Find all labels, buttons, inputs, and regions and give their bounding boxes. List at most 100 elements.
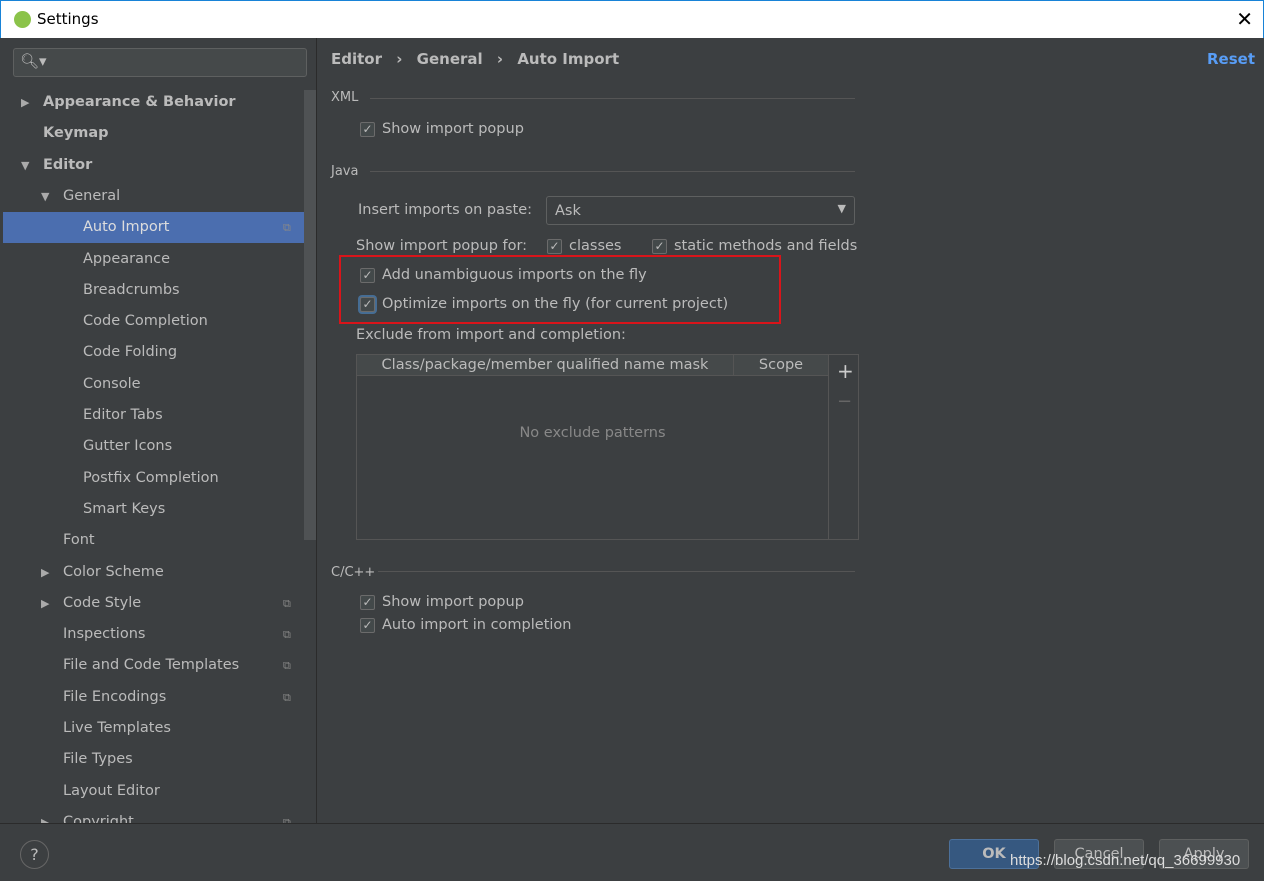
sidebar-item-postfix-completion[interactable]: Postfix Completion [3, 463, 303, 494]
sidebar-item-breadcrumbs[interactable]: Breadcrumbs [3, 275, 303, 306]
sidebar-item-label: File Types [63, 751, 133, 768]
sidebar-item-label: Gutter Icons [83, 438, 173, 455]
sidebar-item-label: Code Folding [83, 344, 178, 361]
sidebar-item-general[interactable]: ▼ General [3, 181, 303, 212]
sidebar-item-label: File Encodings [63, 688, 167, 705]
insert-imports-dropdown[interactable]: Ask ▼ [546, 196, 855, 225]
add-icon[interactable]: + [837, 359, 854, 383]
dialog-footer: ? OK Cancel Apply https://blog.csdn.net/… [0, 823, 1264, 881]
exclude-table[interactable]: Class/package/member qualified name mask… [356, 354, 859, 540]
project-settings-icon: ⧉ [283, 815, 291, 823]
show-import-popup-for-label: Show import popup for: [356, 238, 528, 254]
title-bar: Settings ✕ [0, 0, 1264, 38]
sidebar-item-live-templates[interactable]: Live Templates [3, 713, 303, 744]
sidebar-item-label: Live Templates [63, 720, 171, 736]
breadcrumb: Editor › General › Auto Import [331, 50, 619, 68]
help-button[interactable]: ? [20, 840, 49, 869]
sidebar-item-console[interactable]: Console [3, 369, 303, 400]
sidebar-item-label: General [63, 187, 121, 204]
collapse-arrow-icon[interactable]: ▼ [41, 181, 49, 212]
project-settings-icon: ⧉ [283, 659, 291, 673]
label: static methods and fields [674, 238, 858, 254]
checkbox[interactable]: ✓ [547, 238, 562, 254]
sidebar-item-code-folding[interactable]: Code Folding [3, 337, 303, 368]
sidebar-item-label: Console [83, 375, 141, 392]
android-studio-logo-icon [14, 11, 31, 28]
sidebar-item-label: File and Code Templates [63, 657, 240, 674]
sidebar-item-copyright[interactable]: ▶ Copyright ⧉ [3, 807, 303, 823]
sidebar-item-label: Appearance [83, 250, 171, 267]
breadcrumb-general[interactable]: General [417, 50, 483, 68]
sidebar-item-file-and-code-templates[interactable]: File and Code Templates ⧉ [3, 650, 303, 681]
breadcrumb-editor[interactable]: Editor [331, 50, 382, 68]
static-methods-checkbox[interactable]: ✓ static methods and fields [652, 238, 857, 254]
table-header: Class/package/member qualified name mask… [357, 355, 828, 376]
divider [378, 571, 855, 572]
classes-checkbox[interactable]: ✓ classes [547, 238, 621, 254]
sidebar-item-keymap[interactable]: Keymap [3, 118, 303, 149]
sidebar-item-label: Copyright [63, 813, 134, 823]
project-settings-icon: ⧉ [283, 628, 291, 642]
project-settings-icon: ⧉ [283, 221, 291, 235]
xml-show-import-popup[interactable]: ✓ Show import popup [360, 121, 524, 137]
checkbox[interactable]: ✓ [360, 121, 375, 137]
sidebar-item-color-scheme[interactable]: ▶ Color Scheme [3, 557, 303, 588]
checkbox[interactable]: ✓ [360, 617, 375, 633]
sidebar-item-file-types[interactable]: File Types [3, 744, 303, 775]
column-header-mask[interactable]: Class/package/member qualified name mask [357, 355, 734, 376]
project-settings-icon: ⧉ [283, 596, 291, 610]
sidebar-item-appearance-behavior[interactable]: ▶ Appearance & Behavior [3, 87, 303, 118]
search-icon: 🔍︎▾ [20, 52, 47, 70]
sidebar-item-editor[interactable]: ▼ Editor [3, 150, 303, 181]
remove-icon[interactable]: − [837, 391, 852, 412]
breadcrumb-separator: › [496, 50, 504, 68]
sidebar-item-label: Appearance & Behavior [43, 94, 236, 110]
sidebar-item-auto-import[interactable]: Auto Import ⧉ [3, 212, 316, 244]
sidebar-item-font[interactable]: Font [3, 525, 303, 556]
sidebar-item-code-completion[interactable]: Code Completion [3, 306, 303, 337]
cpp-section-title: C/C++ [331, 565, 376, 580]
expand-arrow-icon[interactable]: ▶ [41, 557, 49, 588]
project-settings-icon: ⧉ [283, 690, 291, 704]
settings-content: Editor › General › Auto Import Reset XML… [318, 38, 1264, 823]
dropdown-value: Ask [555, 203, 581, 219]
breadcrumb-auto-import: Auto Import [517, 50, 620, 68]
collapse-arrow-icon[interactable]: ▼ [21, 150, 29, 181]
sidebar-scrollbar[interactable] [304, 90, 316, 540]
sidebar-item-label: Inspections [63, 626, 146, 643]
label: Auto import in completion [382, 617, 572, 633]
sidebar-item-label: Smart Keys [83, 500, 166, 517]
sidebar-item-code-style[interactable]: ▶ Code Style ⧉ [3, 588, 303, 619]
sidebar-item-label: Breadcrumbs [83, 281, 180, 298]
sidebar-item-appearance[interactable]: Appearance [3, 244, 303, 275]
sidebar-item-label: Postfix Completion [83, 469, 219, 486]
sidebar-item-editor-tabs[interactable]: Editor Tabs [3, 400, 303, 431]
checkbox[interactable]: ✓ [652, 238, 667, 254]
sidebar-item-label: Color Scheme [63, 563, 164, 580]
cpp-show-import-popup[interactable]: ✓ Show import popup [360, 594, 524, 610]
search-input[interactable]: 🔍︎▾ [13, 48, 307, 77]
sidebar-item-label: Editor [43, 156, 93, 173]
label: Show import popup [382, 594, 524, 610]
column-header-scope[interactable]: Scope [734, 355, 828, 376]
close-icon[interactable]: ✕ [1236, 7, 1253, 31]
divider [370, 98, 855, 99]
exclude-label: Exclude from import and completion: [356, 327, 626, 343]
sidebar-item-file-encodings[interactable]: File Encodings ⧉ [3, 682, 303, 713]
divider [370, 171, 855, 172]
expand-arrow-icon[interactable]: ▶ [41, 807, 49, 823]
table-toolbar: + − [828, 355, 859, 539]
expand-arrow-icon[interactable]: ▶ [41, 588, 49, 619]
label: Show import popup [382, 121, 524, 137]
reset-link[interactable]: Reset [1207, 50, 1255, 68]
label: classes [569, 238, 622, 254]
sidebar-item-gutter-icons[interactable]: Gutter Icons [3, 431, 303, 462]
cpp-auto-import[interactable]: ✓ Auto import in completion [360, 617, 571, 633]
expand-arrow-icon[interactable]: ▶ [21, 87, 29, 118]
sidebar-item-layout-editor[interactable]: Layout Editor [3, 776, 303, 807]
sidebar-item-label: Layout Editor [63, 782, 160, 799]
checkbox[interactable]: ✓ [360, 594, 375, 610]
sidebar-item-smart-keys[interactable]: Smart Keys [3, 494, 303, 525]
sidebar-item-label: Code Style [63, 594, 142, 611]
sidebar-item-inspections[interactable]: Inspections ⧉ [3, 619, 303, 650]
